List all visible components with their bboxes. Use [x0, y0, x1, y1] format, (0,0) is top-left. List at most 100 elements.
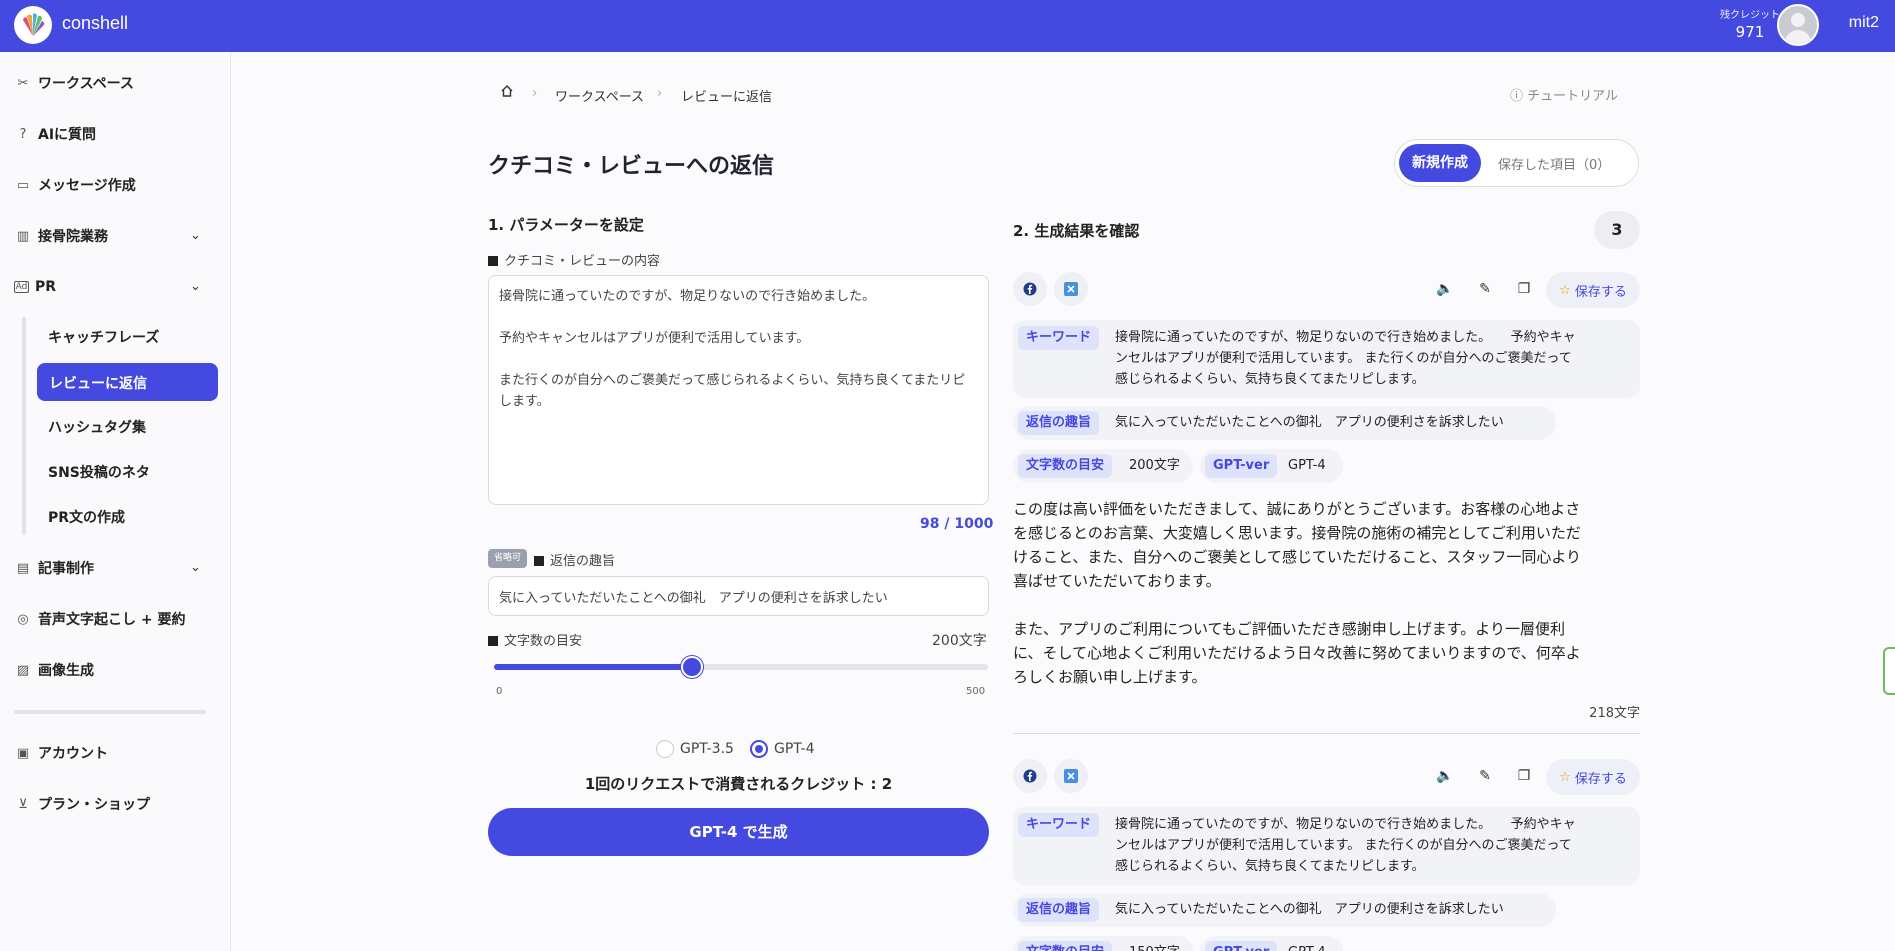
speaker-icon[interactable]: 🔈 — [1432, 763, 1458, 789]
radio-circle — [656, 740, 674, 758]
avatar[interactable] — [1777, 4, 1819, 46]
sidebar-item-message[interactable]: ▭ メッセージ作成 — [14, 170, 136, 200]
x-icon — [1064, 769, 1078, 783]
brand-name[interactable]: conshell — [62, 13, 128, 34]
review-counter: 98 / 1000 — [920, 516, 994, 532]
model-tag: GPT-ver — [1205, 941, 1278, 951]
view-toggle: 新規作成 保存した項目（0） — [1394, 139, 1639, 187]
keyword-line: 感じられるよくらい、気持ち良くてまたリピします。 — [1115, 859, 1425, 874]
review-textarea[interactable]: 接骨院に通っていたのですが、物足りないので行き始めました。 予約やキャンセルはア… — [488, 275, 989, 505]
sidebar-subitem-review-reply[interactable]: レビューに返信 — [37, 363, 218, 401]
sidebar-divider — [14, 710, 206, 714]
sidebar-subitem-catchphrase[interactable]: キャッチフレーズ — [48, 327, 159, 347]
sidebar: ✂ ワークスペース ? AIに質問 ▭ メッセージ作成 ▥ 接骨院業務 ⌄ Ad… — [0, 52, 231, 951]
x-share-button[interactable] — [1054, 759, 1088, 793]
sidebar-item-label: プラン・ショップ — [38, 797, 150, 813]
facebook-share-button[interactable] — [1013, 272, 1047, 306]
model-tag-value: GPT-4 — [1288, 943, 1326, 951]
slider-thumb[interactable] — [680, 656, 703, 678]
sidebar-item-label: メッセージ作成 — [38, 178, 136, 194]
length-tag: 文字数の目安 — [1018, 454, 1113, 478]
keyword-line: 接骨院に通っていたのですが、物足りないので行き始めました。 予約やキャ — [1115, 330, 1576, 345]
radio-label: GPT-4 — [774, 741, 815, 757]
sidebar-subitem-pr-text[interactable]: PR文の作成 — [48, 507, 125, 527]
image-icon: ▨ — [16, 662, 30, 678]
sidebar-subitem-hashtags[interactable]: ハッシュタグ集 — [48, 417, 146, 437]
edit-icon[interactable]: ✎ — [1472, 763, 1498, 789]
chevron-down-icon[interactable]: ⌄ — [190, 279, 201, 294]
saved-items-tab[interactable]: 保存した項目（0） — [1498, 154, 1610, 173]
x-share-button[interactable] — [1054, 272, 1088, 306]
copy-icon[interactable]: ❐ — [1511, 763, 1537, 789]
page-title: クチコミ・レビューへの返信 — [488, 154, 775, 179]
home-icon[interactable] — [500, 84, 514, 102]
length-pill: 文字数の目安 200文字 — [1013, 449, 1193, 483]
sidebar-item-transcription[interactable]: ◎ 音声文字起こし + 要約 — [14, 604, 185, 634]
length-label: 文字数の目安 — [488, 630, 582, 649]
length-tag-value: 200文字 — [1129, 458, 1180, 473]
credits-value: 971 — [1735, 23, 1765, 41]
save-button[interactable]: ☆ 保存する — [1546, 272, 1640, 308]
sidebar-item-image-gen[interactable]: ▨ 画像生成 — [14, 655, 94, 685]
review-label: クチコミ・レビューの内容 — [488, 250, 660, 269]
chevron-down-icon[interactable]: ⌄ — [190, 560, 201, 575]
floating-widget-tab[interactable] — [1883, 647, 1895, 695]
sidebar-item-label: ワークスペース — [38, 76, 134, 92]
keyword-tag: キーワード — [1018, 326, 1100, 350]
intent-input[interactable]: 気に入っていただいたことへの御礼 アプリの便利さを訴求したい — [488, 576, 989, 616]
logo-icon[interactable] — [14, 6, 52, 44]
chevron-right-icon: › — [657, 86, 663, 101]
keyword-box: キーワード 接骨院に通っていたのですが、物足りないので行き始めました。 予約やキ… — [1013, 320, 1640, 398]
sidebar-item-account[interactable]: ▣ アカウント — [14, 738, 108, 768]
chat-question-icon: ? — [19, 126, 27, 142]
params-section-title: 1. パラメーターを設定 — [488, 216, 644, 234]
sidebar-item-article[interactable]: ▤ 記事制作 — [14, 553, 94, 583]
model-pill: GPT-ver GPT-4 — [1200, 936, 1343, 951]
keyword-box: キーワード 接骨院に通っていたのですが、物足りないので行き始めました。 予約やキ… — [1013, 807, 1640, 885]
length-pill: 文字数の目安 150文字 — [1013, 936, 1193, 951]
facebook-share-button[interactable] — [1013, 759, 1047, 793]
sidebar-item-workspace[interactable]: ✂ ワークスペース — [14, 68, 134, 98]
radio-label: GPT-3.5 — [680, 741, 734, 757]
optional-badge: 省略可 — [488, 549, 527, 568]
result-line: に、そして心地よくご利用いただけるよう日々改善に努めてまいりますので、何卒よ — [1013, 644, 1581, 662]
sidebar-item-label: 画像生成 — [38, 663, 94, 679]
chevron-down-icon[interactable]: ⌄ — [190, 228, 201, 243]
speaker-icon[interactable]: 🔈 — [1432, 276, 1458, 302]
save-button[interactable]: ☆ 保存する — [1546, 759, 1640, 795]
intent-label: 返信の趣旨 — [534, 550, 615, 569]
question-circle-icon: ⓘ — [1510, 89, 1524, 104]
ad-icon: Ad — [14, 281, 29, 293]
sidebar-item-ai-question[interactable]: ? AIに質問 — [14, 119, 97, 149]
save-label: 保存する — [1574, 284, 1627, 300]
length-tag: 文字数の目安 — [1018, 941, 1113, 951]
sidebar-item-clinic[interactable]: ▥ 接骨院業務 — [14, 221, 108, 251]
model-pill: GPT-ver GPT-4 — [1200, 449, 1343, 483]
model-tag-value: GPT-4 — [1288, 458, 1326, 473]
intent-tag: 返信の趣旨 — [1018, 898, 1100, 922]
model-radio-gpt35[interactable]: GPT-3.5 — [656, 740, 734, 758]
chevron-right-icon: › — [532, 86, 538, 101]
new-create-tab[interactable]: 新規作成 — [1399, 144, 1481, 182]
tutorial-link[interactable]: ⓘ チュートリアル — [1510, 85, 1618, 104]
copy-icon[interactable]: ❐ — [1511, 276, 1537, 302]
intent-value: 気に入っていただいたことへの御礼 アプリの便利さを訴求したい — [1115, 902, 1504, 917]
length-slider[interactable] — [494, 656, 988, 678]
sidebar-item-pr[interactable]: Ad PR — [14, 272, 56, 302]
sidebar-item-plan-shop[interactable]: ⊻ プラン・ショップ — [14, 789, 150, 819]
sidebar-subitem-sns-ideas[interactable]: SNS投稿のネタ — [48, 462, 150, 482]
username[interactable]: mit2 — [1849, 14, 1879, 32]
results-section-title: 2. 生成結果を確認 — [1013, 222, 1140, 240]
credit-note: 1回のリクエストで消費されるクレジット : 2 — [584, 775, 893, 793]
voice-icon: ◎ — [17, 611, 29, 627]
id-card-icon: ▣ — [16, 745, 30, 761]
keyword-line: ンセルはアプリが便利で活用しています。 また行くのが自分へのご褒美だって — [1115, 351, 1572, 366]
keyword-tag: キーワード — [1018, 813, 1100, 837]
sidebar-item-label: 音声文字起こし + 要約 — [38, 612, 186, 628]
edit-icon[interactable]: ✎ — [1472, 276, 1498, 302]
breadcrumb-workspace[interactable]: ワークスペース — [555, 86, 644, 105]
result-line: また、アプリのご利用についてもご評価いただき感謝申し上げます。より一層便利 — [1013, 620, 1566, 638]
model-radio-gpt4[interactable]: GPT-4 — [750, 740, 815, 758]
results-count-badge: 3 — [1594, 211, 1640, 249]
generate-button[interactable]: GPT-4 で生成 — [488, 808, 989, 856]
